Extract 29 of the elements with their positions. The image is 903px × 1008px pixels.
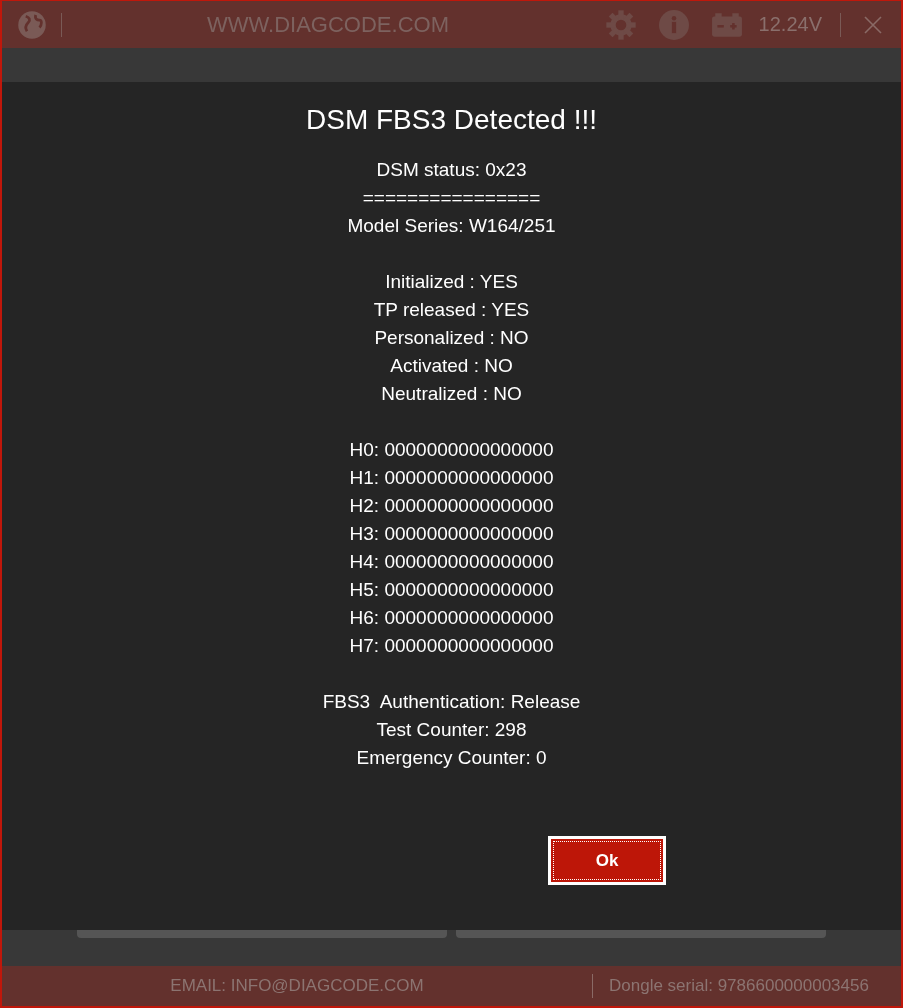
voltage-reading: 12.24V (758, 13, 822, 36)
status-line: H1: 0000000000000000 (349, 466, 554, 490)
status-line: H2: 0000000000000000 (349, 494, 554, 518)
close-icon[interactable] (863, 14, 883, 35)
status-line: Personalized : NO (373, 326, 530, 350)
status-line: ================ (361, 186, 542, 210)
status-line: DSM status: 0x23 (375, 158, 528, 182)
status-line: H7: 0000000000000000 (349, 634, 554, 658)
status-line: H4: 0000000000000000 (349, 550, 554, 574)
status-line: H6: 0000000000000000 (349, 606, 554, 630)
serial-text: Dongle serial: 9786600000003456 (609, 976, 869, 996)
status-line: Activated : NO (389, 354, 514, 378)
dialog-title: DSM FBS3 Detected !!! (306, 103, 597, 137)
settings-icon[interactable] (604, 8, 637, 41)
status-line: TP released : YES (373, 298, 530, 322)
status-line: Test Counter: 298 (375, 718, 528, 742)
status-line: H5: 0000000000000000 (349, 578, 554, 602)
status-line: FBS3 Authentication: Release (322, 690, 581, 714)
info-icon[interactable] (658, 9, 689, 40)
status-line: H3: 0000000000000000 (349, 522, 554, 546)
ok-button[interactable]: Ok (548, 836, 666, 885)
status-line: Emergency Counter: 0 (355, 746, 548, 770)
status-line: Initialized : YES (384, 270, 519, 294)
status-line: H0: 0000000000000000 (349, 438, 554, 462)
globe-icon[interactable] (17, 9, 47, 40)
status-line: Model Series: W164/251 (347, 214, 556, 238)
battery-icon[interactable] (710, 11, 743, 38)
status-line: Neutralized : NO (380, 382, 523, 406)
email-text: EMAIL: INFO@DIAGCODE.COM (169, 976, 425, 996)
